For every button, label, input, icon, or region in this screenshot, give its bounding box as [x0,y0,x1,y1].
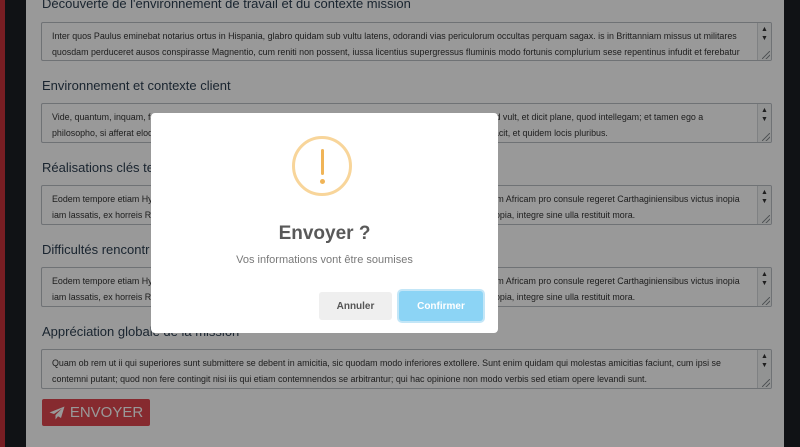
dialog-title: Envoyer ? [278,223,371,244]
warning-icon [292,136,352,196]
confirm-dialog: Envoyer ? Vos informations vont être sou… [151,113,498,333]
dialog-message: Vos informations vont être soumises [236,254,413,266]
cancel-button[interactable]: Annuler [319,292,392,320]
confirm-button[interactable]: Confirmer [399,291,483,321]
